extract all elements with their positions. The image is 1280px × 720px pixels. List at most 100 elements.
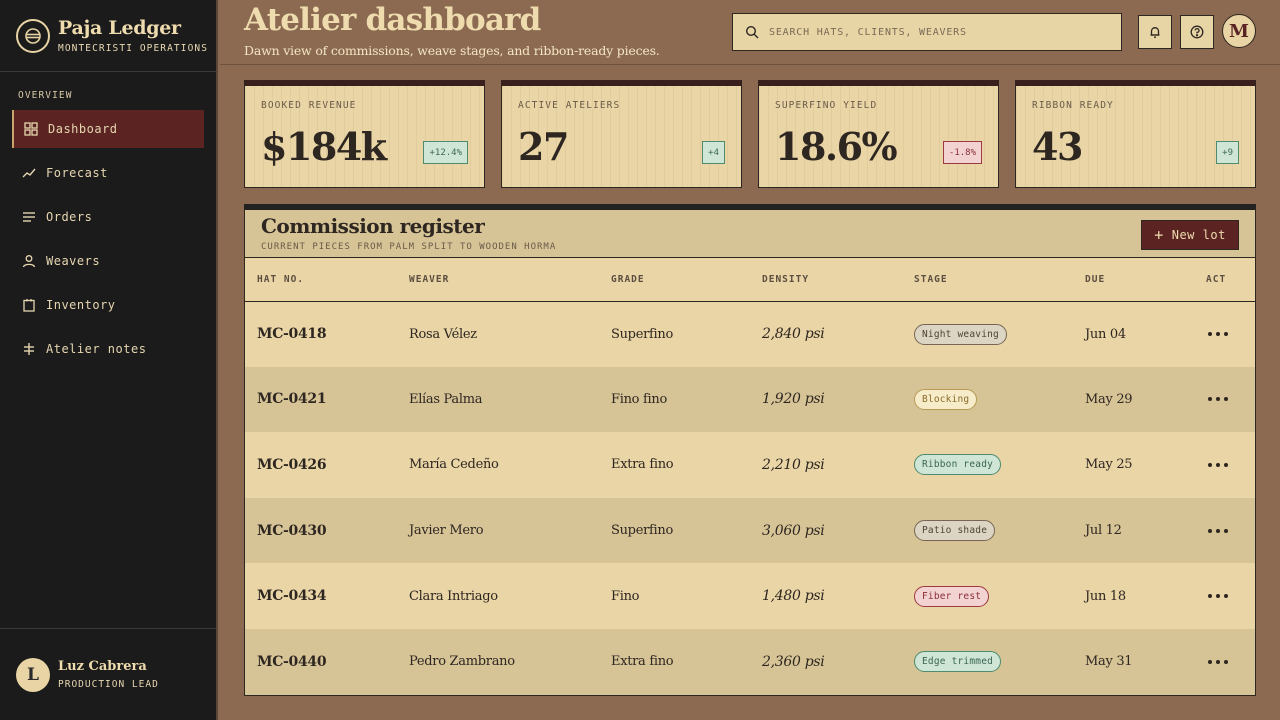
stage-cell: Night weaving (902, 301, 1073, 367)
density: 3,060 psi (762, 522, 825, 539)
actions-cell (1194, 367, 1255, 433)
new-lot-button[interactable]: + New lot (1141, 220, 1239, 250)
sidebar-item-weavers[interactable]: Weavers (12, 242, 204, 280)
stage-cell: Fiber rest (902, 563, 1073, 629)
density: 2,210 psi (762, 456, 825, 473)
grade: Fino (611, 588, 640, 604)
hat-number: MC-0434 (257, 588, 327, 605)
stage-badge: Patio shade (914, 520, 996, 542)
due-date: Jun 18 (1085, 588, 1126, 604)
brand[interactable]: Paja Ledger MONTECRISTI OPERATIONS (0, 0, 216, 72)
due-date: May 25 (1085, 457, 1133, 473)
search-icon (745, 25, 759, 39)
more-actions-icon[interactable] (1206, 462, 1255, 467)
kpi-value: 27 (518, 124, 569, 169)
more-actions-icon[interactable] (1206, 594, 1255, 599)
density: 2,360 psi (762, 653, 825, 670)
sidebar: Paja Ledger MONTECRISTI OPERATIONS OVERV… (0, 0, 218, 720)
stage-cell: Blocking (902, 367, 1073, 433)
help-button[interactable] (1180, 15, 1214, 49)
due-date: May 31 (1085, 654, 1133, 670)
stage-cell: Ribbon ready (902, 432, 1073, 498)
kpi-delta: -1.8% (942, 141, 982, 164)
search-input[interactable] (769, 26, 1109, 38)
page-title: Atelier dashboard (244, 2, 541, 38)
more-actions-icon[interactable] (1206, 332, 1255, 337)
weaver-name: María Cedeño (409, 457, 499, 473)
hat-number: MC-0440 (257, 653, 327, 670)
kpi-delta: +9 (1216, 141, 1239, 164)
weaver-name: Clara Intriago (409, 588, 498, 604)
table-row[interactable]: MC-0430 Javier Mero Superfino 3,060 psi … (245, 497, 1255, 564)
sidebar-item-orders[interactable]: Orders (12, 198, 204, 236)
register-subtitle: CURRENT PIECES FROM PALM SPLIT TO WOODEN… (261, 242, 557, 252)
weaver-name: Javier Mero (409, 523, 484, 539)
sidebar-item-forecast[interactable]: Forecast (12, 154, 204, 192)
column-header-due[interactable]: DUE (1073, 258, 1194, 302)
due-date: Jul 12 (1085, 523, 1122, 539)
density: 1,920 psi (762, 391, 825, 408)
kpi-delta: +12.4% (423, 141, 468, 164)
sidebar-item-inventory[interactable]: Inventory (12, 286, 204, 324)
actions-cell (1194, 563, 1255, 629)
sidebar-item-dashboard[interactable]: Dashboard (12, 110, 204, 148)
more-actions-icon[interactable] (1206, 528, 1255, 533)
table-row[interactable]: MC-0421 Elías Palma Fino fino 1,920 psi … (245, 366, 1255, 433)
avatar: L (16, 657, 50, 692)
user-role: PRODUCTION LEAD (58, 679, 159, 690)
stage-badge: Edge trimmed (914, 651, 1002, 673)
table-header-row: HAT NO. WEAVER GRADE DENSITY STAGE DUE A… (245, 258, 1255, 302)
kpi-delta: +4 (702, 141, 725, 164)
commission-register: Commission register CURRENT PIECES FROM … (244, 204, 1256, 696)
table-row[interactable]: MC-0440 Pedro Zambrano Extra fino 2,360 … (245, 628, 1255, 695)
sidebar-item-label: Inventory (46, 298, 116, 312)
density: 2,840 psi (762, 326, 825, 343)
sidebar-item-label: Forecast (46, 166, 108, 180)
kpi-label: RIBBON READY (1032, 100, 1114, 111)
actions-cell (1194, 629, 1255, 695)
brand-name: Paja Ledger (58, 17, 181, 39)
sidebar-item-atelier-notes[interactable]: Atelier notes (12, 330, 204, 368)
column-header-hat[interactable]: HAT NO. (245, 258, 397, 302)
column-header-weaver[interactable]: WEAVER (397, 258, 599, 302)
actions-cell (1194, 432, 1255, 498)
grade: Superfino (611, 523, 673, 539)
kpi-label: ACTIVE ATELIERS (518, 100, 621, 111)
more-actions-icon[interactable] (1206, 659, 1255, 664)
notifications-button[interactable] (1138, 15, 1172, 49)
grade: Extra fino (611, 654, 674, 670)
more-actions-icon[interactable] (1206, 397, 1255, 402)
kpi-label: BOOKED REVENUE (261, 100, 357, 111)
actions-cell (1194, 498, 1255, 564)
due-date: May 29 (1085, 391, 1133, 407)
page-subtitle: Dawn view of commissions, weave stages, … (244, 43, 660, 58)
register-table: HAT NO. WEAVER GRADE DENSITY STAGE DUE A… (245, 258, 1255, 695)
weaver-name: Rosa Vélez (409, 326, 477, 342)
brand-subtitle: MONTECRISTI OPERATIONS (58, 43, 209, 54)
table-row[interactable]: MC-0418 Rosa Vélez Superfino 2,840 psi N… (245, 301, 1255, 367)
column-header-stage[interactable]: STAGE (902, 258, 1073, 302)
grade: Fino fino (611, 391, 667, 407)
sidebar-item-label: Atelier notes (46, 342, 147, 356)
kpi-value: $184k (261, 124, 387, 169)
stage-cell: Patio shade (902, 498, 1073, 564)
header-divider (220, 64, 1280, 65)
hat-number: MC-0426 (257, 456, 327, 473)
table-row[interactable]: MC-0426 María Cedeño Extra fino 2,210 ps… (245, 432, 1255, 498)
hat-number: MC-0430 (257, 522, 327, 539)
column-header-grade[interactable]: GRADE (599, 258, 750, 302)
column-header-act: ACT (1194, 258, 1255, 302)
actions-cell (1194, 301, 1255, 367)
list-icon (23, 212, 35, 222)
grade: Extra fino (611, 457, 674, 473)
grid-icon (24, 122, 38, 136)
header-avatar[interactable]: M (1222, 14, 1256, 48)
kpi-value: 18.6% (775, 124, 898, 169)
user-profile[interactable]: L Luz Cabrera PRODUCTION LEAD (0, 628, 216, 720)
table-row[interactable]: MC-0434 Clara Intriago Fino 1,480 psi Fi… (245, 563, 1255, 629)
stage-badge: Night weaving (914, 323, 1007, 345)
column-header-density[interactable]: DENSITY (750, 258, 902, 302)
cross-icon (24, 343, 34, 355)
kpi-card-ribbon-ready: RIBBON READY 43 +9 (1015, 80, 1256, 188)
density: 1,480 psi (762, 588, 825, 605)
